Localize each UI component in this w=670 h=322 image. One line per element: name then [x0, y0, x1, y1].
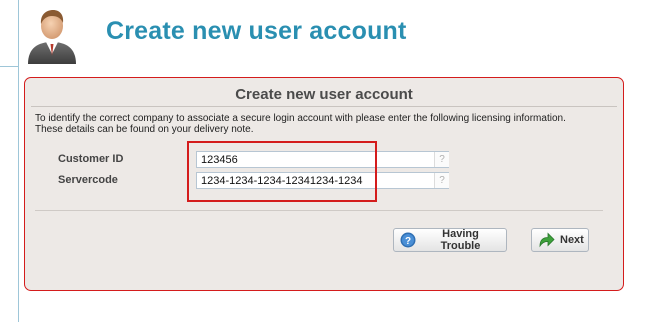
panel-title: Create new user account: [235, 86, 413, 103]
servercode-help-icon[interactable]: ?: [434, 173, 449, 188]
customer-id-help-icon[interactable]: ?: [434, 152, 449, 167]
page-title: Create new user account: [106, 17, 407, 45]
create-account-panel: Create new user account To identify the …: [24, 77, 624, 291]
intro-text: To identify the correct company to assoc…: [35, 113, 566, 135]
help-circle-icon: ?: [400, 232, 416, 248]
svg-text:?: ?: [405, 236, 411, 247]
left-guide-line: [18, 0, 19, 322]
user-avatar-icon: [28, 10, 76, 64]
arrow-right-icon: [539, 232, 555, 248]
customer-id-label: Customer ID: [58, 153, 124, 165]
panel-title-divider: [31, 106, 617, 107]
servercode-label: Servercode: [58, 174, 118, 186]
servercode-input[interactable]: [196, 172, 449, 189]
next-button[interactable]: Next: [531, 228, 589, 252]
having-trouble-button[interactable]: ? Having Trouble: [393, 228, 507, 252]
customer-id-input[interactable]: [196, 151, 449, 168]
panel-divider: [35, 210, 603, 211]
having-trouble-label: Having Trouble: [440, 228, 481, 252]
next-label: Next: [560, 234, 584, 246]
left-guide-tick: [0, 66, 18, 67]
